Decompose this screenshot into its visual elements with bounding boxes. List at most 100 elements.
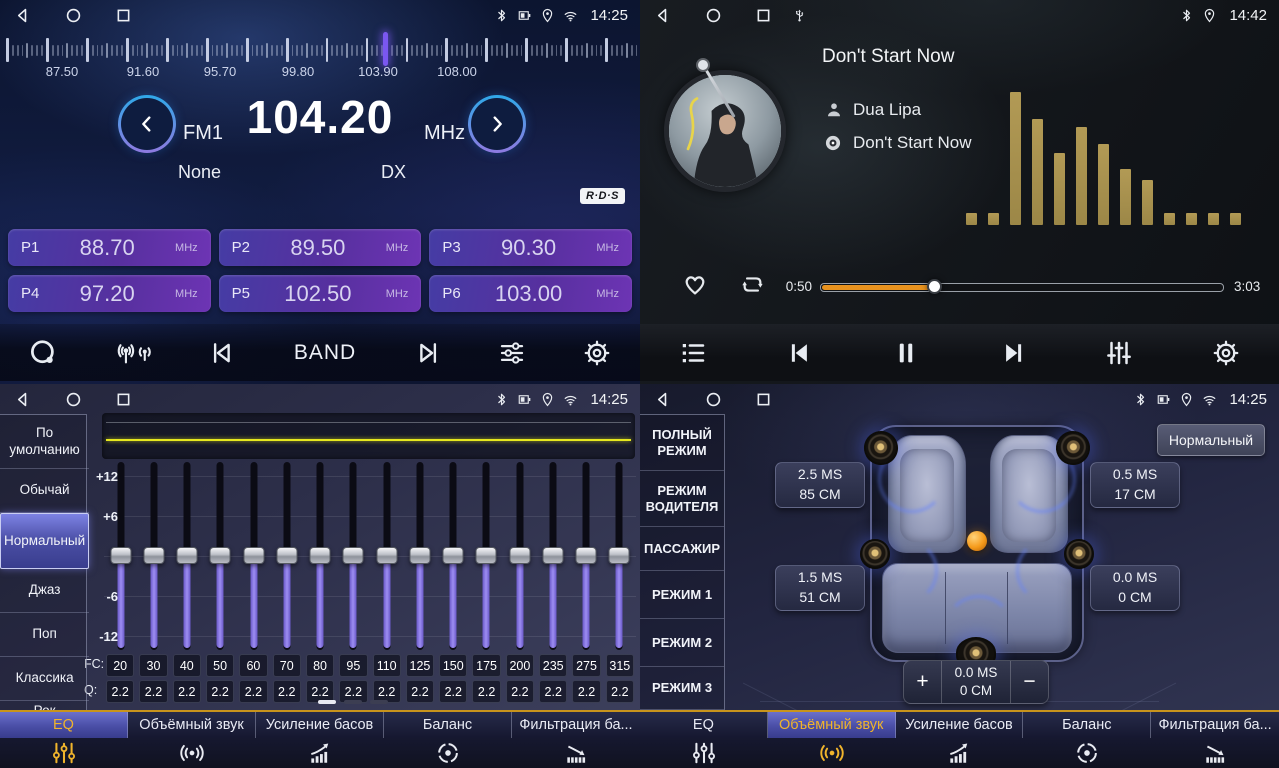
fc-value-box[interactable]: 315 [606,654,634,677]
q-value-box[interactable]: 2.2 [239,680,267,703]
fc-value-box[interactable]: 80 [306,654,334,677]
fc-value-box[interactable]: 175 [472,654,500,677]
front-left-delay-button[interactable]: 2.5 MS 85 CM [775,462,865,508]
broadcast-icon[interactable] [113,338,153,368]
q-value-box[interactable]: 2.2 [406,680,434,703]
tab-balance[interactable]: Баланс [384,712,512,768]
front-right-delay-button[interactable]: 0.5 MS 17 CM [1090,462,1180,508]
eq-preset-default[interactable]: По умолчанию [0,415,89,469]
fc-value-box[interactable]: 275 [572,654,600,677]
preset-button-p3[interactable]: P390.30MHz [429,229,632,266]
tune-up-button[interactable] [468,95,526,153]
recents-button[interactable] [114,6,133,25]
increase-delay-button[interactable]: + [904,661,941,703]
mode-3[interactable]: РЕЖИМ 3 [640,667,724,710]
mode-passenger[interactable]: ПАССАЖИР [640,527,724,571]
preset-button-p2[interactable]: P289.50MHz [219,229,422,266]
eq-slider-handle[interactable] [576,547,597,564]
q-value-box[interactable]: 2.2 [472,680,500,703]
back-button[interactable] [654,390,673,409]
album-art[interactable] [664,70,786,192]
eq-slider-handle[interactable] [542,547,563,564]
fc-value-box[interactable]: 235 [539,654,567,677]
tab-eq[interactable]: EQ [640,712,768,768]
mode-1[interactable]: РЕЖИМ 1 [640,571,724,619]
fc-value-box[interactable]: 30 [139,654,167,677]
previous-station-icon[interactable] [208,338,238,368]
eq-slider-handle[interactable] [310,547,331,564]
fc-value-box[interactable]: 40 [173,654,201,677]
home-button[interactable] [64,390,83,409]
tab-bass-boost[interactable]: Усиление басов [256,712,384,768]
eq-slider-handle[interactable] [509,547,530,564]
recents-button[interactable] [754,6,773,25]
eq-slider-handle[interactable] [177,547,198,564]
mode-full[interactable]: ПОЛНЫЙ РЕЖИМ [640,415,724,471]
home-button[interactable] [704,6,723,25]
settings-icon[interactable] [582,338,612,368]
eq-slider-handle[interactable] [243,547,264,564]
band-button[interactable]: BAND [294,341,356,365]
q-value-box[interactable]: 2.2 [273,680,301,703]
q-value-box[interactable]: 2.2 [173,680,201,703]
fc-value-box[interactable]: 110 [373,654,401,677]
progress-knob[interactable] [927,279,942,294]
playlist-icon[interactable] [678,338,708,368]
next-track-icon[interactable] [998,338,1028,368]
eq-preset-classic[interactable]: Классика [0,657,89,701]
home-button[interactable] [704,390,723,409]
pause-icon[interactable] [891,338,921,368]
tab-eq[interactable]: EQ [0,712,128,768]
eq-slider-handle[interactable] [476,547,497,564]
decrease-delay-button[interactable]: − [1011,661,1048,703]
back-button[interactable] [14,6,33,25]
q-value-box[interactable]: 2.2 [539,680,567,703]
tab-surround[interactable]: Объёмный звук [128,712,256,768]
settings-icon[interactable] [1211,338,1241,368]
back-button[interactable] [654,6,673,25]
equalizer-icon[interactable] [497,338,527,368]
eq-slider-handle[interactable] [343,547,364,564]
rear-left-delay-button[interactable]: 1.5 MS 51 CM [775,565,865,611]
tab-bass-boost[interactable]: Усиление басов [896,712,1024,768]
rear-right-delay-button[interactable]: 0.0 MS 0 CM [1090,565,1180,611]
eq-preset-pop[interactable]: Поп [0,613,89,657]
recents-button[interactable] [114,390,133,409]
fc-value-box[interactable]: 150 [439,654,467,677]
tune-down-button[interactable] [118,95,176,153]
eq-slider-handle[interactable] [409,547,430,564]
recents-button[interactable] [754,390,773,409]
eq-preset-jazz[interactable]: Джаз [0,569,89,613]
home-button[interactable] [64,6,83,25]
scan-icon[interactable] [28,338,58,368]
preset-button-p1[interactable]: P188.70MHz [8,229,211,266]
preset-button-p6[interactable]: P6103.00MHz [429,275,632,312]
q-value-box[interactable]: 2.2 [106,680,134,703]
eq-slider-handle[interactable] [143,547,164,564]
fc-value-box[interactable]: 50 [206,654,234,677]
fc-value-box[interactable]: 60 [239,654,267,677]
favorite-icon[interactable] [680,269,710,299]
back-button[interactable] [14,390,33,409]
q-value-box[interactable]: 2.2 [206,680,234,703]
fc-value-box[interactable]: 95 [339,654,367,677]
eq-slider-handle[interactable] [210,547,231,564]
q-value-box[interactable]: 2.2 [439,680,467,703]
repeat-icon[interactable] [738,270,767,299]
tab-surround[interactable]: Объёмный звук [768,712,896,768]
eq-preset-custom[interactable]: Обычай [0,469,89,513]
q-value-box[interactable]: 2.2 [606,680,634,703]
q-value-box[interactable]: 2.2 [506,680,534,703]
next-station-icon[interactable] [412,338,442,368]
tab-filter[interactable]: Фильтрация ба... [1151,712,1279,768]
eq-slider-handle[interactable] [443,547,464,564]
tab-filter[interactable]: Фильтрация ба... [512,712,640,768]
previous-track-icon[interactable] [785,338,815,368]
eq-slider-handle[interactable] [376,547,397,564]
tab-balance[interactable]: Баланс [1023,712,1151,768]
fc-value-box[interactable]: 20 [106,654,134,677]
preset-button-p4[interactable]: P497.20MHz [8,275,211,312]
surround-preset-button[interactable]: Нормальный [1157,424,1265,456]
q-value-box[interactable]: 2.2 [572,680,600,703]
eq-preset-normal[interactable]: Нормальный [0,513,89,569]
